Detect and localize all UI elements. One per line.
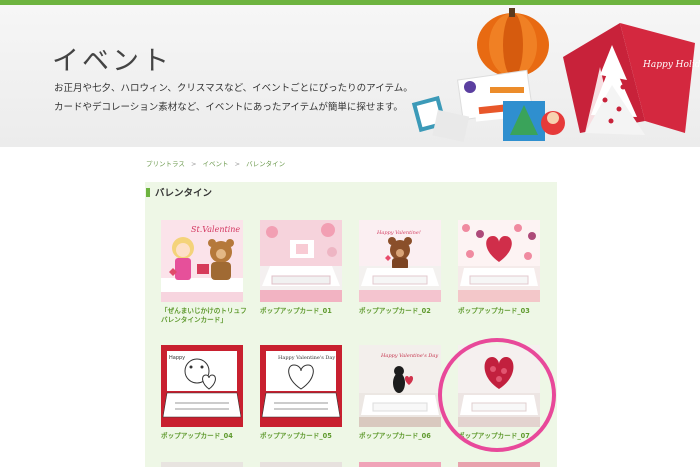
item-thumbnail[interactable]: Happy Valentine's Day (359, 345, 441, 427)
list-item[interactable] (458, 462, 540, 467)
list-item[interactable] (359, 462, 441, 467)
svg-text:Happy Holidays!: Happy Holidays! (642, 60, 700, 70)
item-caption[interactable]: 「ぜんまいじかけのトリュフ バレンタインカード」 (161, 307, 247, 325)
list-item[interactable]: ポップアップカード_01 (260, 220, 342, 316)
item-thumbnail[interactable] (359, 462, 441, 467)
item-thumbnail[interactable]: St.Valentine (161, 220, 243, 302)
svg-text:Happy Valentine's Day: Happy Valentine's Day (278, 355, 335, 361)
item-thumbnail[interactable]: Happy Valentine! (359, 220, 441, 302)
item-thumbnail[interactable] (260, 462, 342, 467)
list-item[interactable]: Happy Valentine's Day ポップアップカード_05 (260, 345, 342, 441)
svg-text:St.Valentine: St.Valentine (191, 225, 240, 234)
breadcrumb-current: バレンタイン (246, 160, 286, 168)
breadcrumb-separator: > (234, 160, 241, 168)
hero-description-line1: お正月や七夕、ハロウィン、クリスマスなど、イベントごとにぴったりのアイテム。 (54, 83, 413, 94)
item-thumbnail[interactable] (161, 462, 243, 467)
item-thumbnail[interactable] (458, 220, 540, 302)
item-caption[interactable]: ポップアップカード_03 (458, 307, 540, 316)
page-title: イベント (52, 46, 172, 77)
item-caption[interactable]: ポップアップカード_06 (359, 432, 441, 441)
item-caption[interactable]: ポップアップカード_05 (260, 432, 342, 441)
item-thumbnail[interactable]: Happy Valentine's Day (260, 345, 342, 427)
list-item[interactable] (161, 462, 243, 467)
highlight-circle (438, 338, 556, 452)
item-thumbnail[interactable]: Happy (161, 345, 243, 427)
breadcrumb-home[interactable]: プリントラス (146, 158, 185, 168)
section-marker-icon (146, 187, 150, 197)
svg-text:Happy: Happy (169, 355, 185, 361)
hero-banner: イベント お正月や七夕、ハロウィン、クリスマスなど、イベントごとにぴったりのアイ… (0, 5, 700, 147)
breadcrumb-event[interactable]: イベント (202, 158, 228, 168)
list-item[interactable]: Happy ポップアップカード_04 (161, 345, 243, 441)
halloween-cards (411, 69, 565, 143)
hero-illustration: Happy Holidays! (411, 8, 700, 143)
list-item[interactable]: ポップアップカード_03 (458, 220, 540, 316)
item-caption[interactable]: ポップアップカード_01 (260, 307, 342, 316)
svg-text:Happy Valentine!: Happy Valentine! (376, 230, 421, 236)
item-thumbnail[interactable] (458, 462, 540, 467)
item-caption[interactable]: ポップアップカード_02 (359, 307, 441, 316)
section-header: バレンタイン (146, 186, 213, 199)
section-title: バレンタイン (155, 188, 213, 199)
list-item[interactable]: St.Valentine 「ぜんまいじかけのトリュフ バレンタインカード」 (161, 220, 247, 325)
christmas-card: Happy Holidays! (563, 23, 700, 135)
list-item[interactable]: Happy Valentine's Day ポップアップカード_06 (359, 345, 441, 441)
breadcrumb: プリントラス > イベント > バレンタイン (146, 158, 285, 168)
hero-description-line2: カードやデコレーション素材など、イベントにあったアイテムが簡単に探せます。 (54, 102, 403, 113)
list-item[interactable]: Happy Valentine! ポップアップカード_02 (359, 220, 441, 316)
item-thumbnail[interactable] (260, 220, 342, 302)
pumpkin-decoration (477, 8, 549, 77)
item-caption[interactable]: ポップアップカード_04 (161, 432, 243, 441)
list-item[interactable] (260, 462, 342, 467)
svg-text:Happy Valentine's Day: Happy Valentine's Day (380, 353, 438, 359)
breadcrumb-separator: > (190, 160, 197, 168)
